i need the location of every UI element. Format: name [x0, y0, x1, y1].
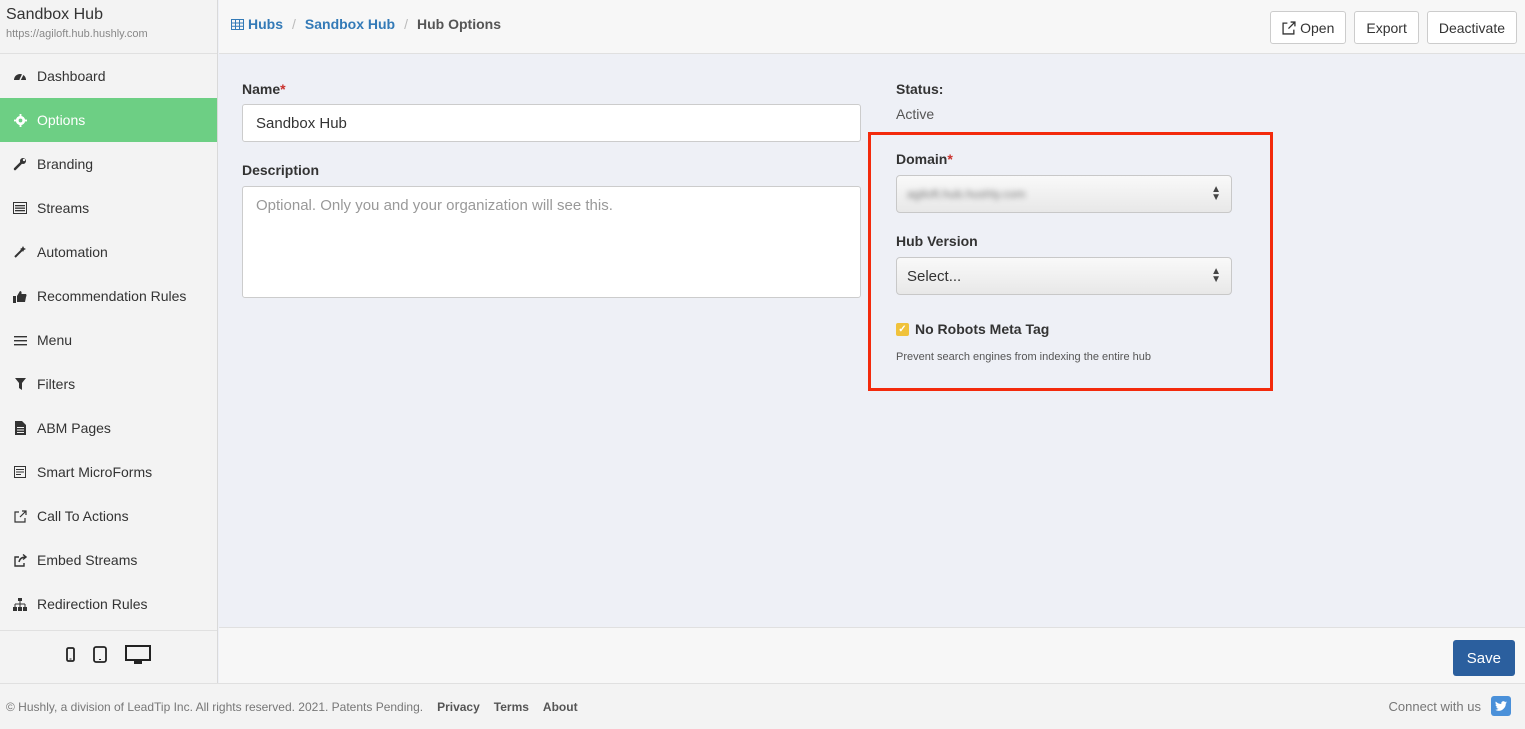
sidebar-item-dashboard[interactable]: Dashboard	[0, 54, 217, 98]
sidebar-item-label: Redirection Rules	[37, 596, 148, 612]
no-robots-checkbox[interactable]: ✓	[896, 322, 909, 336]
menu-lines-icon	[13, 333, 27, 347]
thumbs-up-icon	[13, 289, 27, 303]
description-textarea[interactable]: Optional. Only you and your organization…	[242, 186, 861, 298]
device-preview-switcher	[0, 630, 217, 683]
save-bar: Save	[219, 627, 1525, 683]
share-box-icon	[13, 553, 27, 567]
copyright-text: © Hushly, a division of LeadTip Inc. All…	[6, 699, 424, 714]
about-link[interactable]: About	[543, 700, 578, 714]
external-link-icon	[13, 509, 27, 523]
magic-wand-icon	[13, 245, 27, 259]
sidebar-item-call-to-actions[interactable]: Call To Actions	[0, 494, 217, 538]
sidebar-item-recommendation-rules[interactable]: Recommendation Rules	[0, 274, 217, 318]
name-input[interactable]: Sandbox Hub	[242, 104, 861, 142]
top-bar: Hubs / Sandbox Hub / Hub Options Open Ex…	[219, 0, 1525, 54]
no-robots-label[interactable]: No Robots Meta Tag	[915, 321, 1049, 337]
dashboard-icon	[13, 69, 27, 83]
hub-url: https://agiloft.hub.hushly.com	[6, 28, 148, 40]
breadcrumb-current: Hub Options	[417, 16, 502, 32]
sidebar-item-label: Smart MicroForms	[37, 464, 153, 480]
file-icon	[13, 421, 27, 435]
hub-header: Sandbox Hub https://agiloft.hub.hushly.c…	[0, 0, 217, 54]
wrench-icon	[13, 157, 27, 171]
twitter-icon[interactable]	[1491, 696, 1511, 716]
select-arrows-icon: ▲ ▼	[1211, 184, 1221, 203]
breadcrumb: Hubs / Sandbox Hub / Hub Options	[231, 16, 501, 32]
sidebar-item-redirection-rules[interactable]: Redirection Rules	[0, 582, 217, 626]
sidebar-item-label: Streams	[37, 200, 90, 216]
terms-link[interactable]: Terms	[494, 700, 529, 714]
sidebar-item-streams[interactable]: Streams	[0, 186, 217, 230]
list-box-icon	[13, 201, 27, 215]
sidebar-item-label: Embed Streams	[37, 552, 138, 568]
tablet-icon[interactable]	[93, 646, 107, 668]
sidebar-item-embed-streams[interactable]: Embed Streams	[0, 538, 217, 582]
save-button[interactable]: Save	[1452, 640, 1515, 676]
deactivate-button[interactable]: Deactivate	[1426, 11, 1517, 44]
sidebar-item-menu[interactable]: Menu	[0, 318, 217, 362]
sidebar-item-smart-microforms[interactable]: Smart MicroForms	[0, 450, 217, 494]
sidebar-item-label: Recommendation Rules	[37, 288, 187, 304]
sidebar-item-label: Call To Actions	[37, 508, 129, 524]
sidebar-item-label: Branding	[37, 156, 94, 172]
select-arrows-icon: ▲ ▼	[1211, 266, 1221, 285]
external-link-icon	[1282, 20, 1296, 35]
sidebar-item-label: Automation	[37, 244, 108, 260]
form-icon	[13, 465, 27, 479]
domain-select-value: agiloft.hub.hushly.com	[907, 187, 1026, 201]
breadcrumb-hub-link[interactable]: Sandbox Hub	[305, 16, 395, 32]
sidebar-item-abm-pages[interactable]: ABM Pages	[0, 406, 217, 450]
footer: © Hushly, a division of LeadTip Inc. All…	[0, 683, 1525, 729]
table-icon	[231, 18, 244, 30]
hub-version-select[interactable]: Select... ▲ ▼	[896, 257, 1232, 295]
no-robots-row: ✓ No Robots Meta Tag	[896, 321, 1049, 337]
hub-version-label: Hub Version	[896, 233, 978, 249]
name-label: Name*	[242, 81, 286, 97]
gear-icon	[13, 113, 27, 127]
sidebar-item-label: Dashboard	[37, 68, 106, 84]
hub-version-select-value: Select...	[907, 267, 962, 285]
sidebar-item-label: Options	[37, 112, 86, 128]
domain-select[interactable]: agiloft.hub.hushly.com ▲ ▼	[896, 175, 1232, 213]
hub-title: Sandbox Hub	[6, 6, 103, 23]
connect-with-us: Connect with us	[1388, 696, 1511, 716]
breadcrumb-hubs-link[interactable]: Hubs	[248, 16, 283, 32]
sidebar-item-label: ABM Pages	[37, 420, 111, 436]
sidebar: Sandbox Hub https://agiloft.hub.hushly.c…	[0, 0, 218, 683]
sidebar-item-label: Menu	[37, 332, 73, 348]
open-button[interactable]: Open	[1270, 11, 1347, 44]
sitemap-icon	[13, 597, 27, 611]
sidebar-item-filters[interactable]: Filters	[0, 362, 217, 406]
privacy-link[interactable]: Privacy	[437, 700, 480, 714]
sidebar-item-branding[interactable]: Branding	[0, 142, 217, 186]
sidebar-nav: Dashboard Options Branding Streams Autom…	[0, 54, 217, 626]
sidebar-item-label: Filters	[37, 376, 76, 392]
filter-icon	[13, 377, 27, 391]
status-value: Active	[896, 106, 935, 122]
toolbar: Open Export Deactivate	[1270, 11, 1517, 44]
open-label: Open	[1300, 19, 1335, 36]
sidebar-item-options[interactable]: Options	[0, 98, 217, 142]
hub-options-form: Name* Sandbox Hub Description Optional. …	[219, 55, 1525, 627]
status-label: Status:	[896, 81, 944, 97]
no-robots-help: Prevent search engines from indexing the…	[896, 351, 1151, 363]
sidebar-item-automation[interactable]: Automation	[0, 230, 217, 274]
export-button[interactable]: Export	[1354, 11, 1419, 44]
description-label: Description	[242, 162, 320, 178]
desktop-icon[interactable]	[125, 644, 151, 670]
mobile-icon[interactable]	[66, 647, 75, 667]
domain-label: Domain*	[896, 151, 953, 167]
connect-label: Connect with us	[1388, 698, 1482, 714]
